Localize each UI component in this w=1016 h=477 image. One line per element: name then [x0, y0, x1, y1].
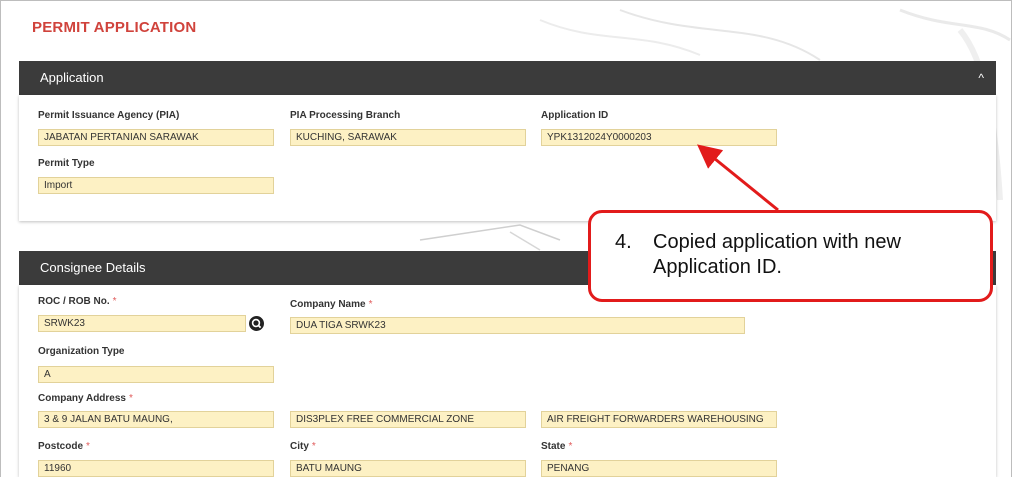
- annotation-number: 4.: [615, 231, 632, 253]
- annotation-callout: 4. Copied application with new Applicati…: [588, 210, 993, 302]
- annotation-text: Copied application with new Application …: [653, 231, 901, 278]
